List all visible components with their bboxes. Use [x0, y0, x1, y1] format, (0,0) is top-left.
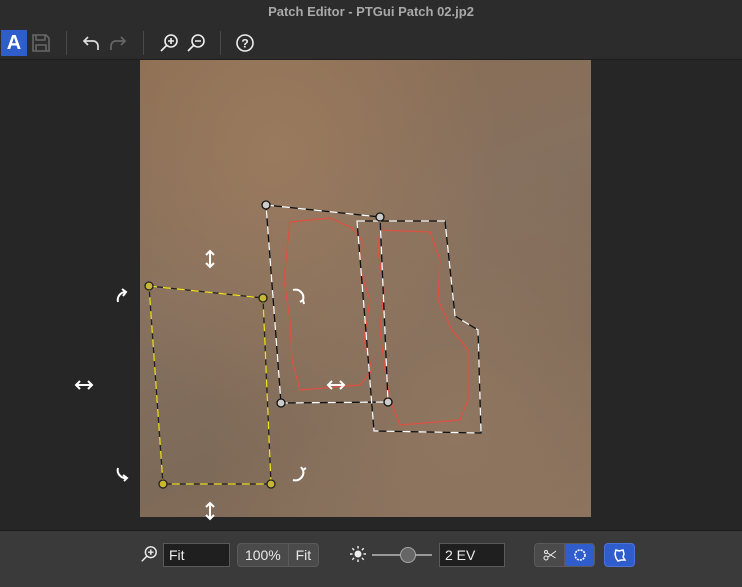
bottom-bar: Fit 100% Fit 2 EV — [0, 530, 742, 587]
zoom-100-button[interactable]: 100% — [238, 544, 288, 566]
rotate-icon — [116, 467, 129, 482]
zoom-presets: 100% Fit — [237, 543, 319, 567]
exposure-field[interactable]: 2 EV — [439, 543, 505, 567]
mode-toggle — [534, 543, 595, 567]
mask-button[interactable] — [604, 543, 635, 567]
redo-button[interactable] — [106, 30, 130, 56]
rotate-icon — [116, 288, 128, 303]
mask-shape — [605, 544, 634, 566]
exposure-slider-thumb[interactable] — [400, 547, 416, 563]
zoom-fit-button[interactable]: Fit — [287, 544, 318, 566]
redo-icon — [110, 36, 127, 50]
help-icon: ? — [236, 34, 254, 52]
zoom-in-icon — [160, 34, 178, 52]
move-horizontal-icon — [74, 380, 94, 390]
auto-button[interactable]: A — [1, 30, 27, 56]
svg-text:?: ? — [241, 37, 248, 51]
undo-button[interactable] — [79, 30, 103, 56]
save-icon — [32, 34, 50, 52]
zoom-icon — [141, 546, 157, 562]
toolbar: A ? — [0, 28, 742, 60]
scissors-icon — [543, 550, 556, 561]
save-button[interactable] — [29, 30, 53, 56]
undo-icon — [82, 36, 99, 50]
blob-icon — [613, 549, 626, 562]
outline-shape-icon — [573, 549, 586, 561]
zoom-out-icon — [187, 34, 205, 52]
zoom-in-button[interactable] — [157, 30, 181, 56]
window-title: Patch Editor - PTGui Patch 02.jp2 — [0, 0, 742, 28]
brightness-icon — [350, 546, 366, 562]
outline-button[interactable] — [564, 544, 594, 566]
zoom-out-button[interactable] — [184, 30, 208, 56]
scissors-button[interactable] — [535, 544, 564, 566]
help-button[interactable]: ? — [233, 30, 257, 56]
zoom-field[interactable]: Fit — [163, 543, 230, 567]
image-canvas[interactable] — [140, 60, 591, 517]
